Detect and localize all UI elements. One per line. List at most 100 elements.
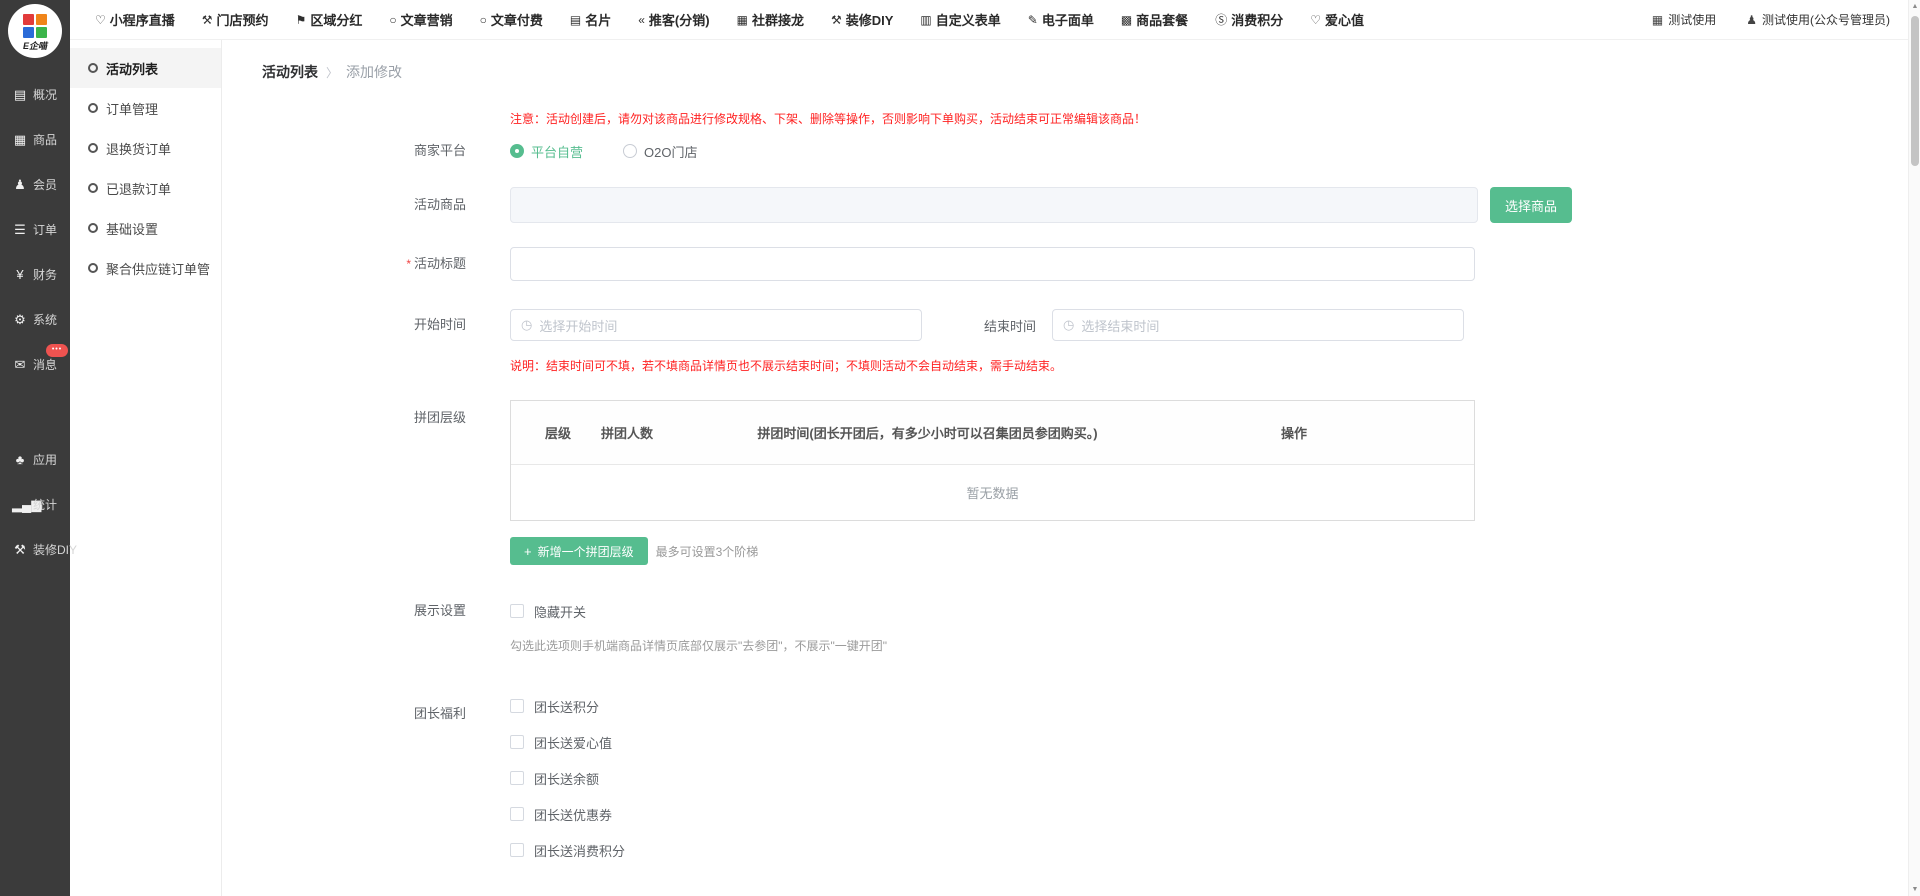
benefit-checkbox-label: 团长送余额 (534, 769, 599, 788)
submenu-item-3[interactable]: 已退款订单 (70, 168, 221, 208)
end-time-placeholder: 选择结束时间 (1081, 316, 1159, 335)
s-circle-icon: Ⓢ (1215, 11, 1227, 28)
table-empty-row: 暂无数据 (511, 465, 1474, 520)
checkbox-icon (510, 699, 524, 713)
sidebar-item-2[interactable]: ♟会员 (0, 162, 70, 207)
goods-icon: ▦ (12, 132, 28, 148)
sidebar-item-label: 消息 (33, 356, 57, 373)
checkbox-icon (510, 604, 524, 618)
add-level-button[interactable]: + 新增一个拼团层级 (510, 537, 648, 565)
submenu-item-0[interactable]: 活动列表 (70, 48, 221, 88)
group-levels-table: 层级拼团人数拼团时间(团长开团后，有多少小时可以召集团员参团购买。)操作 暂无数… (510, 400, 1475, 521)
sidebar-item-3[interactable]: ☰订单 (0, 207, 70, 252)
secondary-sidebar: 活动列表订单管理退换货订单已退款订单基础设置聚合供应链订单管 (70, 40, 222, 896)
form-icon: ▥ (920, 13, 931, 27)
workspace-switcher[interactable]: ▦ 测试使用 (1652, 11, 1716, 28)
radio-platform-o2o[interactable]: O2O门店 (623, 142, 697, 161)
orders-cart-icon: ☰ (12, 222, 28, 238)
submenu-item-2[interactable]: 退换货订单 (70, 128, 221, 168)
topnav-item-2[interactable]: ⚑区域分红 (296, 10, 363, 29)
benefit-checkbox-3[interactable]: 团长送优惠券 (510, 805, 612, 824)
start-time-input[interactable]: ◷ 选择开始时间 (510, 309, 922, 341)
topnav-item-12[interactable]: Ⓢ消费积分 (1215, 10, 1283, 29)
activity-title-input[interactable] (510, 247, 1475, 281)
circle-icon: ○ (480, 13, 487, 27)
hide-switch-label: 隐藏开关 (534, 602, 586, 621)
page-scrollbar[interactable]: ▲ ▼ (1908, 0, 1920, 896)
sidebar-item-8[interactable]: ▂▄▆统计 (0, 482, 70, 527)
benefit-checkbox-4[interactable]: 团长送消费积分 (510, 841, 625, 860)
benefit-checkbox-label: 团长送消费积分 (534, 841, 625, 860)
benefit-checkbox-1[interactable]: 团长送爱心值 (510, 733, 612, 752)
submenu-item-5[interactable]: 聚合供应链订单管 (70, 248, 221, 288)
benefit-checkbox-0[interactable]: 团长送积分 (510, 697, 599, 716)
submenu-item-label: 基础设置 (106, 219, 158, 238)
topnav-item-8[interactable]: ⚒ 装修DIY (831, 10, 893, 29)
platform-label: 商家平台 (346, 141, 466, 161)
submenu-item-1[interactable]: 订单管理 (70, 88, 221, 128)
grid-icon: ▦ (1652, 13, 1663, 27)
topnav-item-label: 爱心值 (1325, 10, 1364, 29)
topnav-item-5[interactable]: ▤名片 (570, 10, 611, 29)
topnav-item-13[interactable]: ♡爱心值 (1310, 10, 1364, 29)
benefits-options: 团长送积分团长送爱心值团长送余额团长送优惠券团长送消费积分 (510, 696, 625, 876)
topnav-item-10[interactable]: ✎电子面单 (1028, 10, 1094, 29)
topnav-item-11[interactable]: ▩商品套餐 (1121, 10, 1188, 29)
sidebar-item-label: 装修DIY (33, 541, 77, 558)
goods-label: 活动商品 (346, 195, 466, 215)
sidebar-item-9[interactable]: ⚒装修DIY (0, 527, 70, 572)
activity-goods-input[interactable] (510, 187, 1478, 223)
select-goods-button[interactable]: 选择商品 (1490, 187, 1572, 223)
share-icon: « (638, 13, 645, 27)
checkbox-icon (510, 771, 524, 785)
topnav-item-1[interactable]: ⚒门店预约 (202, 10, 269, 29)
user-icon: ♟ (1746, 13, 1757, 27)
checkbox-icon (510, 807, 524, 821)
primary-menu: ▤概况▦商品♟会员☰订单¥财务⚙系统 ✉ 消息••• ♣应用▂▄▆统计⚒装修DIY (0, 72, 70, 572)
topbar-right: ▦ 测试使用 ♟ 测试使用(公众号管理员) (1652, 11, 1890, 28)
benefit-checkbox-2[interactable]: 团长送余额 (510, 769, 599, 788)
radio-label: 平台自营 (531, 142, 583, 161)
circle-icon: ○ (389, 13, 396, 27)
sidebar-item-4[interactable]: ¥财务 (0, 252, 70, 297)
benefit-checkbox-label: 团长送爱心值 (534, 733, 612, 752)
pen-icon: ✎ (1028, 13, 1038, 27)
levels-label: 拼团层级 (346, 408, 466, 428)
circle-bullet-icon (88, 103, 98, 113)
sidebar-item-0[interactable]: ▤概况 (0, 72, 70, 117)
topnav-item-0[interactable]: ♡小程序直播 (95, 10, 175, 29)
topnav-item-label: 推客(分销) (649, 10, 710, 29)
scrollbar-thumb[interactable] (1911, 16, 1919, 166)
topnav-item-9[interactable]: ▥自定义表单 (920, 10, 1000, 29)
hammer-icon: ⚒ (831, 13, 842, 27)
topnav-item-4[interactable]: ○文章付费 (480, 10, 543, 29)
app-logo[interactable]: E企喵 (8, 4, 62, 58)
sidebar-item-6[interactable]: ✉ 消息••• (0, 342, 70, 387)
top-navigation: ♡小程序直播 ⚒门店预约 ⚑区域分红 ○文章营销 ○文章付费 ▤名片 « 推客(分销) ▦社群接… (95, 10, 1364, 29)
radio-platform-self[interactable]: 平台自营 (510, 142, 583, 161)
topnav-item-7[interactable]: ▦社群接龙 (737, 10, 804, 29)
empty-data-text: 暂无数据 (966, 483, 1018, 502)
checkbox-icon (510, 735, 524, 749)
account-menu[interactable]: ♟ 测试使用(公众号管理员) (1746, 11, 1890, 28)
card-icon: ▤ (570, 13, 581, 27)
scroll-down-arrow-icon[interactable]: ▼ (1909, 886, 1920, 893)
end-time-input[interactable]: ◷ 选择结束时间 (1052, 309, 1464, 341)
sidebar-item-7[interactable]: ♣应用 (0, 437, 70, 482)
breadcrumb: 活动列表 〉 添加修改 (262, 62, 1908, 82)
sidebar-item-1[interactable]: ▦商品 (0, 117, 70, 162)
sidebar-item-5[interactable]: ⚙系统 (0, 297, 70, 342)
hide-switch-checkbox[interactable]: 隐藏开关 (510, 602, 586, 621)
scroll-up-arrow-icon[interactable]: ▲ (1909, 3, 1920, 10)
breadcrumb-parent[interactable]: 活动列表 (262, 62, 318, 82)
benefit-row-2: 团长送余额 (510, 768, 625, 788)
submenu-item-label: 已退款订单 (106, 179, 171, 198)
message-bubble-icon: ✉ (12, 357, 28, 373)
unread-badge: ••• (46, 344, 68, 357)
topnav-item-3[interactable]: ○文章营销 (389, 10, 452, 29)
topnav-item-6[interactable]: « 推客(分销) (638, 10, 709, 29)
submenu-item-4[interactable]: 基础设置 (70, 208, 221, 248)
apps-icon: ♣ (12, 452, 28, 467)
benefit-row-3: 团长送优惠券 (510, 804, 625, 824)
topnav-item-label: 装修DIY (846, 10, 894, 29)
